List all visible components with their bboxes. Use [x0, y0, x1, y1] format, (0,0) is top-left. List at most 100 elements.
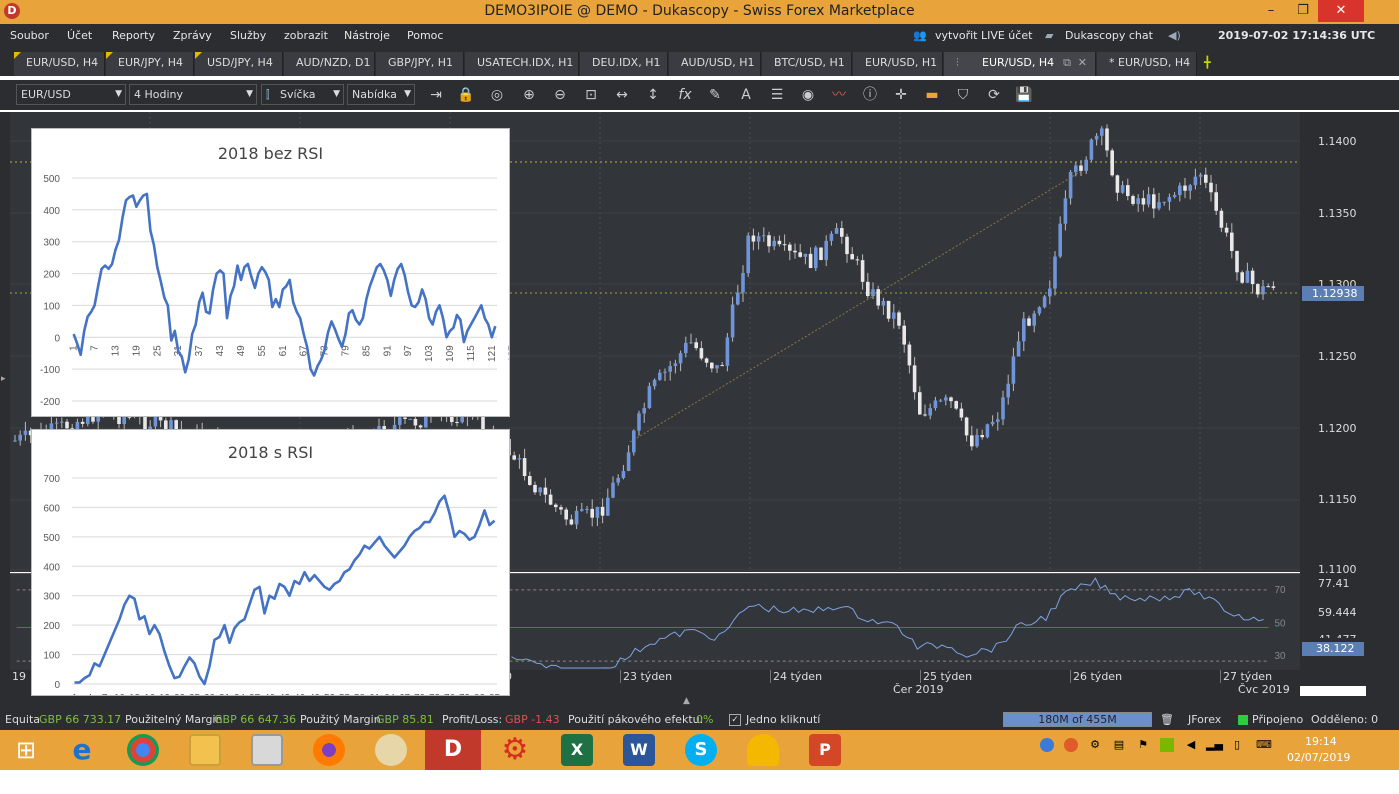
- left-collapse-strip[interactable]: ▸: [0, 112, 10, 696]
- candle-body: [767, 235, 771, 247]
- menu-soubor[interactable]: Soubor: [10, 29, 49, 42]
- candle-body: [548, 494, 553, 505]
- tab-usdjpy-h4[interactable]: USD/JPY, H4: [195, 52, 283, 76]
- pencil-icon[interactable]: ✎: [706, 86, 724, 104]
- zoom-fit-icon[interactable]: ◎: [488, 86, 506, 104]
- flag-icon[interactable]: ⚑: [1136, 738, 1150, 752]
- candle-body: [1193, 176, 1198, 186]
- file-explorer-icon[interactable]: [189, 734, 221, 766]
- shift-chart-icon[interactable]: ⇥: [427, 86, 445, 104]
- firefox-icon[interactable]: [313, 734, 345, 766]
- x-tick-label: 4: [87, 693, 93, 695]
- dukascopy-icon[interactable]: D: [425, 730, 481, 770]
- stretch-vertical-icon[interactable]: ↕: [644, 86, 662, 104]
- chat-link[interactable]: Dukascopy chat: [1065, 29, 1153, 42]
- indicator-fx-icon[interactable]: fx: [676, 86, 694, 104]
- wave-icon[interactable]: 〰: [830, 86, 848, 104]
- tray-app-icon[interactable]: [1064, 738, 1078, 752]
- connected-indicator-icon: [1238, 715, 1248, 725]
- zoom-out-icon[interactable]: ⊖: [551, 86, 569, 104]
- layers-icon[interactable]: ☰: [768, 86, 786, 104]
- stretch-horizontal-icon[interactable]: ↔: [613, 86, 631, 104]
- memory-bar[interactable]: 180M of 455M: [1003, 712, 1152, 727]
- close-tab-icon[interactable]: ✕: [1078, 52, 1087, 74]
- eye-icon[interactable]: ◉: [799, 86, 817, 104]
- tab-gbpjpy-h1[interactable]: GBP/JPY, H1: [376, 52, 464, 76]
- menu-zobrazit[interactable]: zobrazit: [284, 29, 328, 42]
- menu-ucet[interactable]: Účet: [67, 29, 92, 42]
- menu-reporty[interactable]: Reporty: [112, 29, 155, 42]
- month-label: Čvc 2019: [1238, 683, 1290, 696]
- tab-audusd-h1[interactable]: AUD/USD, H1: [669, 52, 761, 76]
- menu-sluzby[interactable]: Služby: [230, 29, 266, 42]
- instrument-select[interactable]: EUR/USD ▼: [16, 84, 126, 105]
- x-tick-label: 43: [279, 693, 291, 695]
- time-label: 26 týden: [1070, 670, 1122, 683]
- add-tab-icon[interactable]: ╋: [1200, 52, 1222, 76]
- text-tool-icon[interactable]: A: [737, 86, 755, 104]
- candle-body: [996, 419, 1000, 422]
- candle-body: [970, 435, 974, 447]
- crosshair-icon[interactable]: ✛: [892, 86, 910, 104]
- leverage-value: 0%: [696, 713, 714, 726]
- menu-nastroje[interactable]: Nástroje: [344, 29, 390, 42]
- chart-type-select[interactable]: ⫿ Svíčka ▼: [261, 84, 344, 105]
- sound-icon[interactable]: ◀): [1168, 29, 1181, 42]
- tab-btcusd-h1[interactable]: BTC/USD, H1: [762, 52, 852, 76]
- excel-icon[interactable]: X: [561, 734, 593, 766]
- minimize-button[interactable]: –: [1256, 0, 1286, 22]
- live-account-link[interactable]: vytvořit LIVE účet: [935, 29, 1032, 42]
- skype-icon[interactable]: S: [685, 734, 717, 766]
- volume-icon[interactable]: ◀: [1184, 738, 1198, 752]
- windows-start-icon[interactable]: ⊞: [10, 734, 42, 766]
- bucket-icon[interactable]: ⛉: [954, 86, 972, 104]
- excel-chart-s-rsi: 2018 s RSI 01002003004005006007001471013…: [31, 429, 510, 696]
- tray-app-icon[interactable]: ▤: [1112, 738, 1126, 752]
- sirex-icon[interactable]: [747, 734, 779, 766]
- tray-app-icon[interactable]: [1040, 738, 1054, 752]
- info-icon[interactable]: ⓘ: [861, 86, 879, 104]
- tab-audnzd-d1[interactable]: AUD/NZD, D1: [284, 52, 375, 76]
- tray-app-icon[interactable]: ⚙: [1088, 738, 1102, 752]
- panel-splitter[interactable]: ▲: [0, 696, 1399, 710]
- color-bar-icon[interactable]: ▬: [923, 86, 941, 104]
- tab-eurusd-h4-new[interactable]: * EUR/USD, H4: [1097, 52, 1197, 76]
- tab-deu-h1[interactable]: DEU.IDX, H1: [580, 52, 668, 76]
- tab-usatech-h1[interactable]: USATECH.IDX, H1: [465, 52, 579, 76]
- save-icon[interactable]: 💾: [1015, 86, 1033, 104]
- candle-body: [704, 358, 709, 363]
- paint-icon[interactable]: [375, 734, 407, 766]
- gear-app-icon[interactable]: ⚙: [499, 734, 531, 766]
- x-tick-label: 85: [489, 693, 501, 695]
- network-icon[interactable]: ▂▄: [1206, 738, 1223, 752]
- trash-icon[interactable]: 🗑: [1160, 713, 1174, 726]
- offer-select[interactable]: Nabídka ▼: [347, 84, 415, 105]
- internet-explorer-icon[interactable]: e: [66, 734, 98, 766]
- one-click-checkbox[interactable]: ✓: [729, 714, 741, 726]
- zoom-in-icon[interactable]: ⊕: [520, 86, 538, 104]
- menu-pomoc[interactable]: Pomoc: [407, 29, 443, 42]
- tab-eurusd-h4-active[interactable]: ⫶ EUR/USD, H4 ⧉ ✕: [944, 52, 1096, 76]
- clock-date[interactable]: 02/07/2019: [1287, 751, 1350, 764]
- undock-icon[interactable]: ⧉: [1063, 52, 1071, 74]
- clock-time[interactable]: 19:14: [1305, 735, 1337, 748]
- lock-icon[interactable]: 🔒: [457, 86, 475, 104]
- tab-eurusd-h1[interactable]: EUR/USD, H1: [853, 52, 943, 76]
- zoom-area-icon[interactable]: ⊡: [582, 86, 600, 104]
- powerpoint-icon[interactable]: P: [809, 734, 841, 766]
- calculator-icon[interactable]: [251, 734, 283, 766]
- menu-zpravy[interactable]: Zprávy: [173, 29, 212, 42]
- language-icon[interactable]: ⌨: [1256, 738, 1272, 752]
- word-icon[interactable]: W: [623, 734, 655, 766]
- maximize-button[interactable]: ❐: [1288, 0, 1318, 22]
- chrome-icon[interactable]: [127, 734, 159, 766]
- candle-body: [1074, 165, 1078, 173]
- tab-eurjpy-h4[interactable]: EUR/JPY, H4: [106, 52, 194, 76]
- nvidia-icon[interactable]: [1160, 738, 1174, 752]
- battery-icon[interactable]: ▯: [1230, 738, 1244, 752]
- close-button[interactable]: ✕: [1318, 0, 1364, 22]
- refresh-icon[interactable]: ⟳: [985, 86, 1003, 104]
- x-tick-label: 49: [236, 345, 247, 357]
- tab-eurusd-h4[interactable]: EUR/USD, H4: [14, 52, 105, 76]
- period-select[interactable]: 4 Hodiny ▼: [129, 84, 257, 105]
